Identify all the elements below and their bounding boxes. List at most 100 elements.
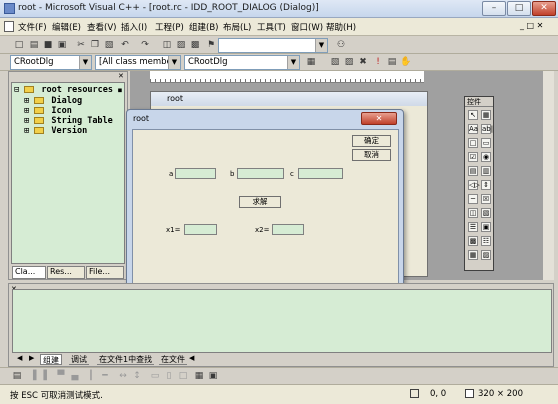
- menu-build[interactable]: 组建(B): [189, 21, 218, 33]
- control-tool-icon[interactable]: ☒: [481, 194, 491, 204]
- chevron-down-icon[interactable]: ▼: [315, 39, 327, 52]
- output-icon[interactable]: ▨: [174, 38, 188, 52]
- tab-class-view[interactable]: Cla...: [12, 266, 46, 279]
- control-tool-icon[interactable]: ▦: [481, 110, 491, 120]
- space-across-icon[interactable]: ↔: [116, 369, 130, 383]
- tab-resource-view[interactable]: Res...: [47, 266, 85, 279]
- menu-file[interactable]: 文件(F): [18, 21, 47, 33]
- ok-button[interactable]: 确定: [352, 135, 391, 147]
- same-width-icon[interactable]: ▭: [148, 369, 162, 383]
- pane-close-icon[interactable]: ✕: [118, 72, 124, 80]
- mdi-controls[interactable]: _ □ ✕: [520, 21, 543, 30]
- menu-view[interactable]: 查看(V): [87, 21, 116, 33]
- save-all-icon[interactable]: ▣: [55, 38, 69, 52]
- align-right-icon[interactable]: ▌: [40, 369, 54, 383]
- menu-layout[interactable]: 布局(L): [223, 21, 251, 33]
- align-bottom-icon[interactable]: ▄: [68, 369, 82, 383]
- tab-scroll-left-icon[interactable]: ◀: [189, 354, 194, 362]
- align-top-icon[interactable]: ▀: [54, 369, 68, 383]
- input-b[interactable]: [237, 168, 284, 179]
- class-combo[interactable]: CRootDlg ▼: [10, 55, 92, 70]
- copy-icon[interactable]: ❐: [88, 38, 102, 52]
- control-tool-icon[interactable]: ─: [468, 194, 478, 204]
- align-left-icon[interactable]: ▐: [26, 369, 40, 383]
- test-dialog-close-button[interactable]: ✕: [361, 112, 397, 125]
- control-tool-icon[interactable]: ◫: [468, 208, 478, 218]
- chevron-down-icon[interactable]: ▼: [168, 56, 180, 69]
- wizard-action-icon[interactable]: ▦: [304, 55, 318, 69]
- member-combo[interactable]: CRootDlg ▼: [184, 55, 300, 70]
- breakpoint-icon[interactable]: ✋: [399, 55, 413, 69]
- input-c[interactable]: [298, 168, 343, 179]
- tab-find-in-files-1[interactable]: 在文件1中查找: [97, 354, 155, 365]
- toggle-grid-icon[interactable]: ▦: [192, 369, 206, 383]
- save-icon[interactable]: ■: [41, 38, 55, 52]
- workspace-icon[interactable]: ◫: [160, 38, 174, 52]
- menu-insert[interactable]: 插入(I): [121, 21, 147, 33]
- same-size-icon[interactable]: □: [176, 369, 190, 383]
- tree-item-icon[interactable]: ⊞ Icon: [24, 106, 72, 116]
- control-tool-icon[interactable]: □: [468, 138, 478, 148]
- control-tool-icon[interactable]: ☷: [481, 236, 491, 246]
- control-tool-icon[interactable]: ▩: [468, 236, 478, 246]
- find-in-files-icon[interactable]: ⚑: [204, 38, 218, 52]
- tab-build[interactable]: 组建: [40, 354, 62, 365]
- control-tool-icon[interactable]: ◉: [481, 152, 491, 162]
- tab-find-in-files-2[interactable]: 在文件: [159, 354, 187, 365]
- menu-tools[interactable]: 工具(T): [257, 21, 286, 33]
- tab-scroll-left-icon[interactable]: ◀: [17, 354, 22, 362]
- menu-project[interactable]: 工程(P): [155, 21, 184, 33]
- chevron-down-icon[interactable]: ▼: [287, 56, 299, 69]
- windows-icon[interactable]: ▩: [188, 38, 202, 52]
- menu-window[interactable]: 窗口(W): [291, 21, 323, 33]
- same-height-icon[interactable]: ▯: [162, 369, 176, 383]
- control-tool-icon[interactable]: ⇕: [481, 180, 491, 190]
- tree-item-string-table[interactable]: ⊞ String Table: [24, 116, 113, 126]
- menu-help[interactable]: 帮助(H): [326, 21, 356, 33]
- tree-item-version[interactable]: ⊞ Version: [24, 126, 87, 136]
- control-tool-icon[interactable]: ▤: [468, 166, 478, 176]
- open-icon[interactable]: ▤: [27, 38, 41, 52]
- menu-edit[interactable]: 编辑(E): [52, 21, 81, 33]
- input-a[interactable]: [175, 168, 216, 179]
- maximize-button[interactable]: □: [507, 1, 531, 16]
- control-tool-icon[interactable]: ▭: [481, 138, 491, 148]
- solve-button[interactable]: 求解: [239, 196, 281, 208]
- control-tool-icon[interactable]: ab|: [481, 124, 493, 134]
- go-icon[interactable]: ▤: [385, 55, 399, 69]
- control-tool-icon[interactable]: ▦: [468, 250, 478, 260]
- control-tool-icon[interactable]: ☑: [468, 152, 478, 162]
- execute-icon[interactable]: !: [371, 55, 385, 69]
- tab-scroll-right-icon[interactable]: ▶: [29, 354, 34, 362]
- control-tool-icon[interactable]: ▧: [481, 208, 491, 218]
- tab-debug[interactable]: 调试: [69, 354, 89, 365]
- find-combo[interactable]: ▼: [218, 38, 328, 53]
- control-tool-icon[interactable]: Aa: [468, 124, 478, 134]
- paste-icon[interactable]: ▧: [102, 38, 116, 52]
- space-down-icon[interactable]: ↕: [130, 369, 144, 383]
- control-tool-icon[interactable]: ▣: [481, 222, 491, 232]
- control-tool-icon[interactable]: ↖: [468, 110, 478, 120]
- editor-vscroll[interactable]: [542, 71, 554, 280]
- close-button[interactable]: ✕: [532, 1, 556, 16]
- control-tool-icon[interactable]: ▨: [481, 250, 491, 260]
- tree-root[interactable]: ⊟ root resources ■: [14, 85, 122, 95]
- chevron-down-icon[interactable]: ▼: [79, 56, 91, 69]
- undo-icon[interactable]: ↶: [118, 38, 132, 52]
- toggle-guides-icon[interactable]: ▣: [206, 369, 220, 383]
- tab-file-view[interactable]: File...: [86, 266, 124, 279]
- binoculars-icon[interactable]: ⚇: [334, 38, 348, 52]
- control-tool-icon[interactable]: ◁▷: [468, 180, 480, 190]
- output-text-area[interactable]: [12, 289, 552, 353]
- minimize-button[interactable]: –: [482, 1, 506, 16]
- cancel-button[interactable]: 取消: [352, 149, 391, 161]
- center-horizontal-icon[interactable]: ━: [98, 369, 112, 383]
- filter-combo[interactable]: [All class members] ▼: [95, 55, 181, 70]
- tree-item-dialog[interactable]: ⊞ Dialog: [24, 96, 82, 106]
- stop-build-icon[interactable]: ✖: [356, 55, 370, 69]
- build-icon[interactable]: ▨: [342, 55, 356, 69]
- center-vertical-icon[interactable]: ┃: [84, 369, 98, 383]
- redo-icon[interactable]: ↷: [138, 38, 152, 52]
- test-dialog-icon[interactable]: ▤: [10, 369, 24, 383]
- new-file-icon[interactable]: □: [12, 38, 26, 52]
